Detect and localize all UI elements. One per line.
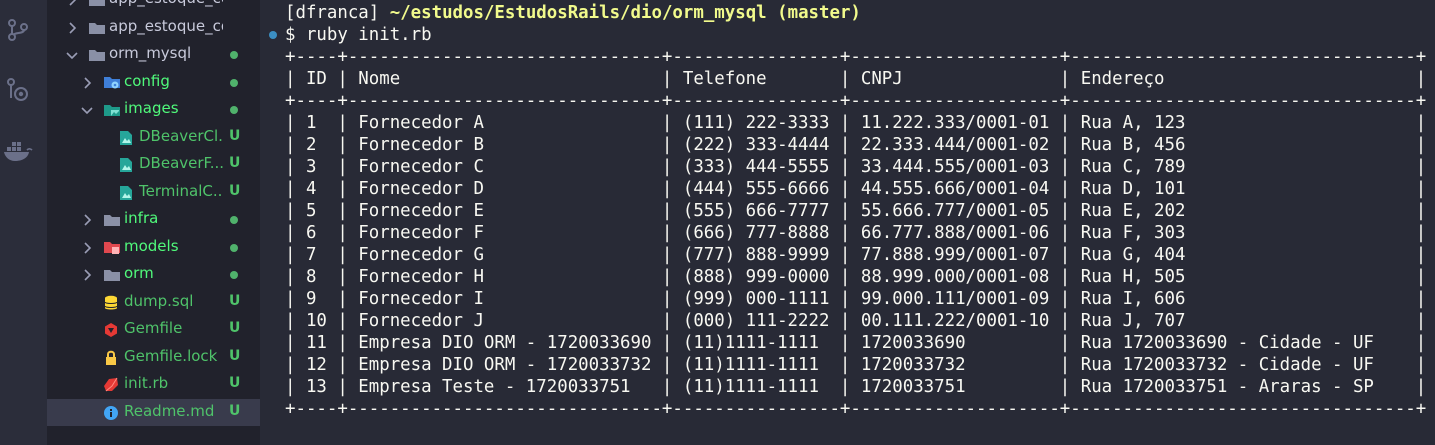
source-control-icon[interactable] bbox=[3, 15, 33, 45]
explorer-item[interactable]: app_estoque_con... bbox=[47, 0, 260, 13]
table-row: | 12 | Empresa DIO ORM - 1720033732 | (1… bbox=[285, 355, 1427, 375]
git-lens-icon[interactable] bbox=[3, 75, 33, 105]
modified-dot-icon bbox=[230, 78, 238, 87]
untracked-badge: U bbox=[229, 375, 241, 391]
chevron-right-icon[interactable] bbox=[65, 21, 79, 35]
explorer-item[interactable]: infra bbox=[47, 206, 260, 233]
explorer-item-label: orm_mysql bbox=[109, 44, 192, 62]
images-folder-icon bbox=[103, 102, 121, 118]
prompt-path: ~/estudos/EstudosRails/dio/orm_mysql bbox=[389, 3, 767, 23]
explorer-item[interactable]: orm_mysql bbox=[47, 41, 260, 68]
chevron-right-icon[interactable] bbox=[65, 0, 79, 7]
table-row: | 2 | Fornecedor B | (222) 333-4444 | 22… bbox=[285, 135, 1427, 155]
explorer-item-label: app_estoque_con... bbox=[109, 0, 223, 7]
modified-dot-icon bbox=[230, 106, 238, 114]
table-border: +----+------------------------------+---… bbox=[285, 399, 1427, 419]
docker-icon[interactable] bbox=[3, 136, 33, 166]
chevron-down-icon[interactable] bbox=[65, 48, 79, 62]
folder-icon bbox=[103, 267, 121, 283]
prompt-branch: (master) bbox=[777, 3, 861, 23]
prompt-line: [dfranca] ~/estudos/EstudosRails/dio/orm… bbox=[285, 2, 861, 24]
explorer-item-label: orm bbox=[124, 264, 154, 282]
explorer-item[interactable]: DBeaverCl... U bbox=[47, 124, 260, 151]
explorer-item[interactable]: Gemfile U bbox=[47, 316, 260, 343]
command-decoration-icon[interactable] bbox=[269, 31, 277, 39]
modified-dot-icon bbox=[230, 216, 238, 224]
explorer-item-label: TerminalC... bbox=[139, 181, 223, 200]
untracked-badge: U bbox=[229, 347, 241, 364]
explorer-item[interactable]: DBeaverF... U bbox=[47, 151, 260, 178]
explorer-item-label: app_estoque_con... bbox=[109, 16, 223, 35]
table-row: | 1 | Fornecedor A | (111) 222-3333 | 11… bbox=[285, 113, 1427, 133]
command-line: $ ruby init.rb bbox=[285, 25, 432, 45]
table-row: | 3 | Fornecedor C | (333) 444-5555 | 33… bbox=[285, 157, 1427, 177]
chevron-right-icon[interactable] bbox=[80, 241, 94, 255]
folder-icon bbox=[88, 47, 106, 63]
folder-icon bbox=[103, 212, 121, 228]
image-file-icon bbox=[117, 130, 135, 146]
table-row: | 13 | Empresa Teste - 1720033751 | (11)… bbox=[285, 377, 1427, 397]
table-border: +----+------------------------------+---… bbox=[285, 91, 1427, 111]
explorer-item[interactable]: init.rb U bbox=[47, 371, 260, 398]
explorer-item-label: dump.sql bbox=[124, 291, 194, 310]
table-row: | 6 | Fornecedor F | (666) 777-8888 | 66… bbox=[285, 223, 1427, 243]
table-border: +----+------------------------------+---… bbox=[285, 47, 1427, 67]
chevron-right-icon[interactable] bbox=[80, 76, 94, 90]
activity-bar bbox=[0, 0, 47, 445]
table-header: | ID | Nome | Telefone | CNPJ | Endereço… bbox=[285, 69, 1427, 89]
image-file-icon bbox=[117, 157, 135, 173]
explorer-item-label: images bbox=[124, 99, 179, 117]
explorer-item-label: init.rb bbox=[124, 374, 169, 392]
table-row: | 4 | Fornecedor D | (444) 555-6666 | 44… bbox=[285, 179, 1427, 199]
table-row: | 7 | Fornecedor G | (777) 888-9999 | 77… bbox=[285, 245, 1427, 265]
chevron-right-icon[interactable] bbox=[80, 213, 94, 227]
explorer-item[interactable]: app_estoque_con... bbox=[47, 14, 260, 41]
explorer-item[interactable]: orm bbox=[47, 261, 260, 288]
explorer-item-label: Readme.md bbox=[124, 401, 215, 420]
models-folder-icon bbox=[103, 240, 121, 256]
table-row: | 8 | Fornecedor H | (888) 999-0000 | 88… bbox=[285, 267, 1427, 287]
untracked-badge: U bbox=[229, 320, 241, 336]
explorer-item-label: infra bbox=[124, 209, 159, 227]
untracked-badge: U bbox=[229, 155, 241, 171]
table-row: | 10 | Fornecedor J | (000) 111-2222 | 0… bbox=[285, 311, 1427, 331]
folder-icon bbox=[88, 20, 106, 36]
chevron-down-icon[interactable] bbox=[80, 103, 94, 117]
file-explorer: app_estoque_con... app_estoque_con... orm_… bbox=[47, 0, 260, 445]
info-icon bbox=[102, 405, 120, 421]
untracked-badge: U bbox=[229, 402, 241, 419]
lock-icon bbox=[102, 350, 120, 366]
modified-dot-icon bbox=[230, 271, 238, 279]
explorer-item-label: models bbox=[124, 236, 179, 255]
untracked-badge: U bbox=[229, 182, 241, 199]
explorer-item-label: DBeaverF... bbox=[139, 154, 223, 172]
explorer-item[interactable]: Readme.md U bbox=[47, 398, 260, 426]
table-row: | 5 | Fornecedor E | (555) 666-7777 | 55… bbox=[285, 201, 1427, 221]
explorer-item-label: Gemfile bbox=[124, 319, 183, 337]
explorer-item-label: DBeaverCl... bbox=[139, 126, 223, 145]
untracked-badge: U bbox=[229, 127, 241, 144]
table-row: | 9 | Fornecedor I | (999) 000-1111 | 99… bbox=[285, 289, 1427, 309]
explorer-item[interactable]: config bbox=[47, 69, 260, 96]
explorer-item[interactable]: dump.sql U bbox=[47, 289, 260, 316]
untracked-badge: U bbox=[229, 292, 241, 309]
database-file-icon bbox=[102, 295, 120, 311]
gem-icon bbox=[102, 322, 120, 338]
table-row: | 11 | Empresa DIO ORM - 1720033690 | (1… bbox=[285, 333, 1427, 353]
explorer-item[interactable]: TerminalC... U bbox=[47, 179, 260, 206]
chevron-right-icon[interactable] bbox=[80, 268, 94, 282]
explorer-item[interactable]: Gemfile.lock U bbox=[47, 344, 260, 371]
folder-icon bbox=[88, 0, 106, 8]
config-folder-icon bbox=[103, 75, 121, 91]
terminal-panel[interactable]: [dfranca] ~/estudos/EstudosRails/dio/orm… bbox=[260, 0, 1435, 445]
explorer-item-label: config bbox=[124, 71, 170, 90]
explorer-item-label: Gemfile.lock bbox=[124, 346, 218, 365]
ruby-icon bbox=[102, 377, 120, 393]
modified-dot-icon bbox=[230, 243, 238, 252]
explorer-item[interactable]: images bbox=[47, 96, 260, 123]
explorer-item[interactable]: models bbox=[47, 234, 260, 261]
prompt-user: [dfranca] bbox=[285, 3, 380, 23]
image-file-icon bbox=[117, 185, 135, 201]
modified-dot-icon bbox=[230, 51, 238, 59]
